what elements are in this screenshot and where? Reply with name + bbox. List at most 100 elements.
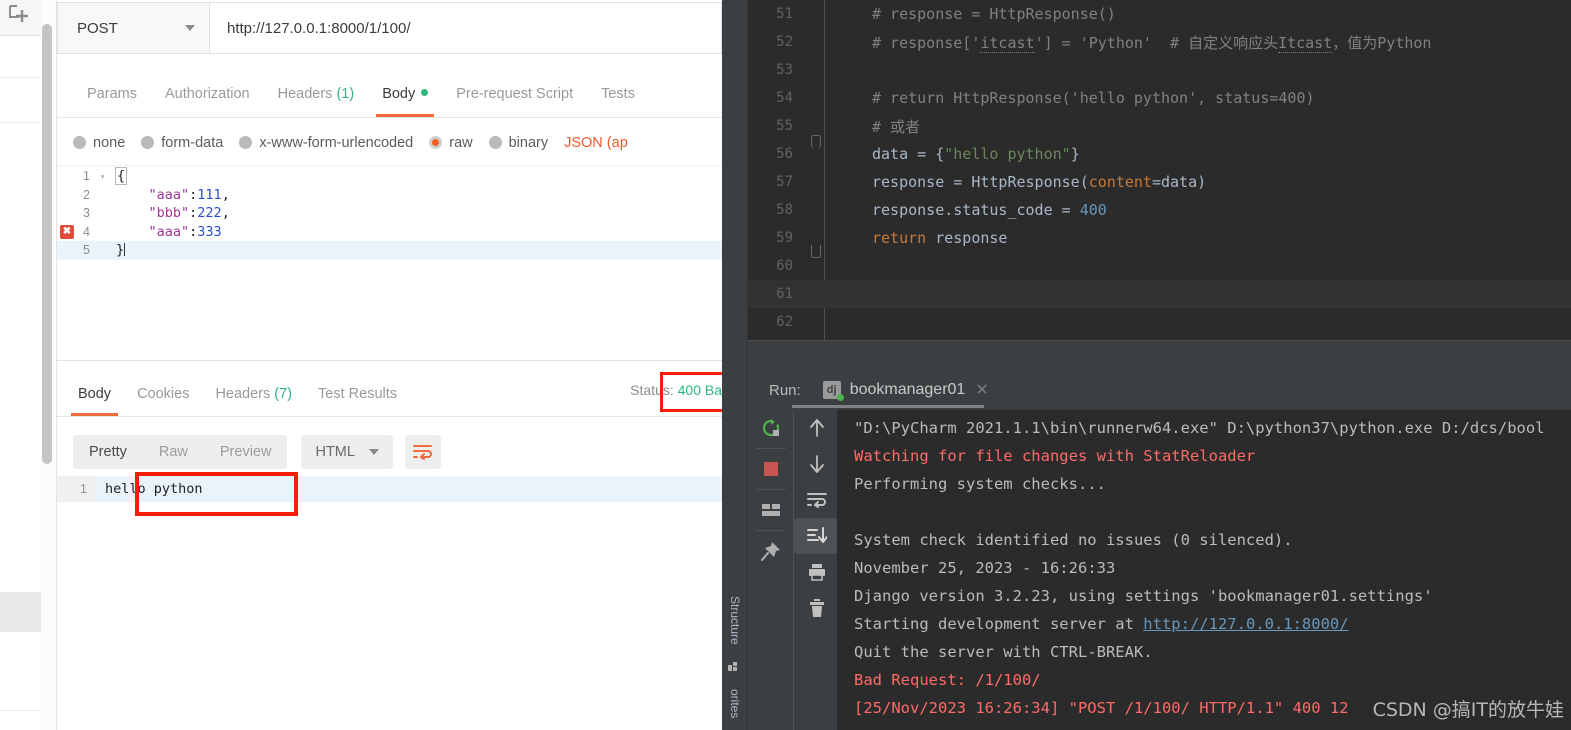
line-text: # response['itcast'] = 'Python' # 自定义响应头… (872, 33, 1432, 53)
editor-line: 60 (748, 252, 1571, 280)
code-text: "aaa":111, (148, 186, 230, 203)
response-body-text: hello python (105, 481, 203, 497)
response-tab-headers-label: Headers (215, 386, 271, 402)
response-tab-test-results[interactable]: Test Results (305, 377, 410, 416)
request-url-value: http://127.0.0.1:8000/1/100/ (227, 19, 411, 37)
tab-headers[interactable]: Headers (1) (264, 76, 369, 117)
tab-body[interactable]: Body (368, 76, 442, 117)
code-editor[interactable]: 51 # response = HttpResponse() 52 # resp… (748, 0, 1571, 340)
run-console-output[interactable]: "D:\PyCharm 2021.1.1\bin\runnerw64.exe" … (837, 410, 1571, 730)
clear-all-button[interactable] (794, 590, 839, 626)
body-modified-dot-icon (421, 89, 429, 96)
response-tab-body[interactable]: Body (65, 377, 124, 416)
rerun-button[interactable] (748, 410, 793, 446)
line-text: return response (872, 229, 1008, 247)
code-text: { (114, 167, 128, 186)
run-config-tab[interactable]: bookmanager01 (850, 381, 966, 399)
left-sidebar-row[interactable] (0, 78, 45, 123)
response-body-viewer[interactable]: 1 hello python (57, 476, 722, 730)
view-mode-pretty[interactable]: Pretty (73, 435, 143, 469)
new-tab-icon[interactable] (6, 2, 34, 28)
print-button[interactable] (794, 554, 839, 590)
tab-params[interactable]: Params (73, 76, 151, 117)
stop-icon (763, 462, 778, 476)
tab-authorization-label: Authorization (164, 86, 250, 102)
word-wrap-icon (412, 445, 432, 460)
run-label: Run: (769, 381, 801, 399)
console-line: Performing system checks... (854, 475, 1106, 493)
scroll-up-button[interactable] (794, 410, 839, 446)
django-icon: dj (822, 381, 844, 401)
left-sidebar-divider (0, 710, 45, 711)
body-type-none-label: none (93, 134, 126, 151)
server-url-link[interactable]: http://127.0.0.1:8000/ (1143, 615, 1348, 633)
pin-button[interactable] (748, 533, 793, 569)
response-format-select[interactable]: HTML (301, 435, 393, 469)
stop-button[interactable] (748, 451, 793, 487)
line-number: 2 (83, 187, 90, 202)
request-url-input[interactable]: http://127.0.0.1:8000/1/100/ (210, 2, 722, 54)
print-icon (808, 564, 825, 581)
tool-tab-favorites[interactable]: orites (722, 678, 748, 730)
response-tab-cookies[interactable]: Cookies (124, 377, 202, 416)
status-badge: Status: 400 Ba (630, 382, 722, 398)
editor-line: 58 response.status_code = 400 (748, 196, 1571, 224)
editor-line: 52 # response['itcast'] = 'Python' # 自定义… (748, 28, 1571, 56)
console-line: Quit the server with CTRL-BREAK. (854, 643, 1153, 661)
response-view-mode-group: Pretty Raw Preview (73, 435, 288, 469)
body-type-none[interactable]: none (73, 135, 125, 151)
response-tab-test-results-label: Test Results (318, 386, 398, 402)
line-number: 53 (776, 62, 793, 78)
word-wrap-button[interactable] (404, 435, 441, 469)
body-type-form-data[interactable]: form-data (141, 135, 223, 151)
tab-pre-request-script-label: Pre-request Script (456, 86, 574, 102)
layout-icon (761, 504, 780, 516)
postman-panel: POST http://127.0.0.1:8000/1/100/ Params… (57, 0, 722, 730)
console-line: Django version 3.2.23, using settings 'b… (854, 587, 1433, 605)
fold-caret-icon[interactable]: ▾ (97, 172, 108, 181)
left-sidebar-row[interactable] (0, 123, 45, 253)
tab-pre-request-script[interactable]: Pre-request Script (442, 76, 587, 117)
line-text: # 或者 (872, 117, 921, 136)
view-mode-raw[interactable]: Raw (143, 435, 204, 469)
run-tab-underline (792, 405, 984, 408)
close-icon[interactable]: ✕ (975, 380, 988, 400)
chevron-down-icon (368, 449, 379, 455)
soft-wrap-button[interactable] (794, 482, 839, 518)
line-number: 59 (776, 230, 793, 246)
line-text: response = HttpResponse(content=data) (872, 173, 1207, 191)
tab-authorization[interactable]: Authorization (151, 76, 264, 117)
body-type-raw-label: raw (449, 134, 473, 151)
left-sidebar-row[interactable] (0, 36, 45, 78)
console-line: Bad Request: /1/100/ (854, 671, 1041, 689)
view-mode-preview[interactable]: Preview (204, 435, 288, 469)
body-type-urlencoded[interactable]: x-www-form-urlencoded (239, 135, 413, 151)
scroll-to-end-button[interactable] (794, 518, 839, 554)
left-sidebar-selected-row[interactable] (0, 592, 41, 632)
scroll-down-button[interactable] (794, 446, 839, 482)
content-type-select[interactable]: JSON (ap (564, 135, 628, 151)
error-marker-icon[interactable]: ✖ (60, 224, 74, 239)
body-type-binary[interactable]: binary (488, 134, 549, 151)
down-arrow-icon (809, 455, 824, 473)
layout-button[interactable] (748, 492, 793, 528)
radio-selected-icon (429, 136, 443, 149)
code-line: 3 "bbb":222, (57, 204, 722, 223)
tab-body-label: Body (382, 86, 416, 102)
request-body-editor[interactable]: 1 ▾ { 2 "aaa":111, 3 "bbb":222, ✖ 4 "aaa… (57, 167, 722, 361)
chevron-down-icon (185, 25, 195, 31)
response-toolbar: Pretty Raw Preview HTML (57, 430, 722, 474)
http-method-label: POST (77, 19, 118, 37)
editor-line: 54 # return HttpResponse('hello python',… (748, 84, 1571, 112)
tool-window-strip: Structure orites (722, 0, 748, 730)
http-method-select[interactable]: POST (57, 2, 210, 54)
response-tab-headers[interactable]: Headers (7) (202, 377, 305, 416)
radio-icon (73, 136, 86, 149)
body-type-raw[interactable]: raw (429, 134, 473, 151)
left-sidebar-scrollbar-thumb[interactable] (42, 24, 52, 464)
tool-tab-structure[interactable]: Structure (722, 575, 748, 665)
tab-tests[interactable]: Tests (587, 76, 649, 117)
tab-params-label: Params (87, 86, 137, 102)
body-type-binary-label: binary (508, 134, 549, 151)
line-number: 58 (776, 202, 793, 218)
